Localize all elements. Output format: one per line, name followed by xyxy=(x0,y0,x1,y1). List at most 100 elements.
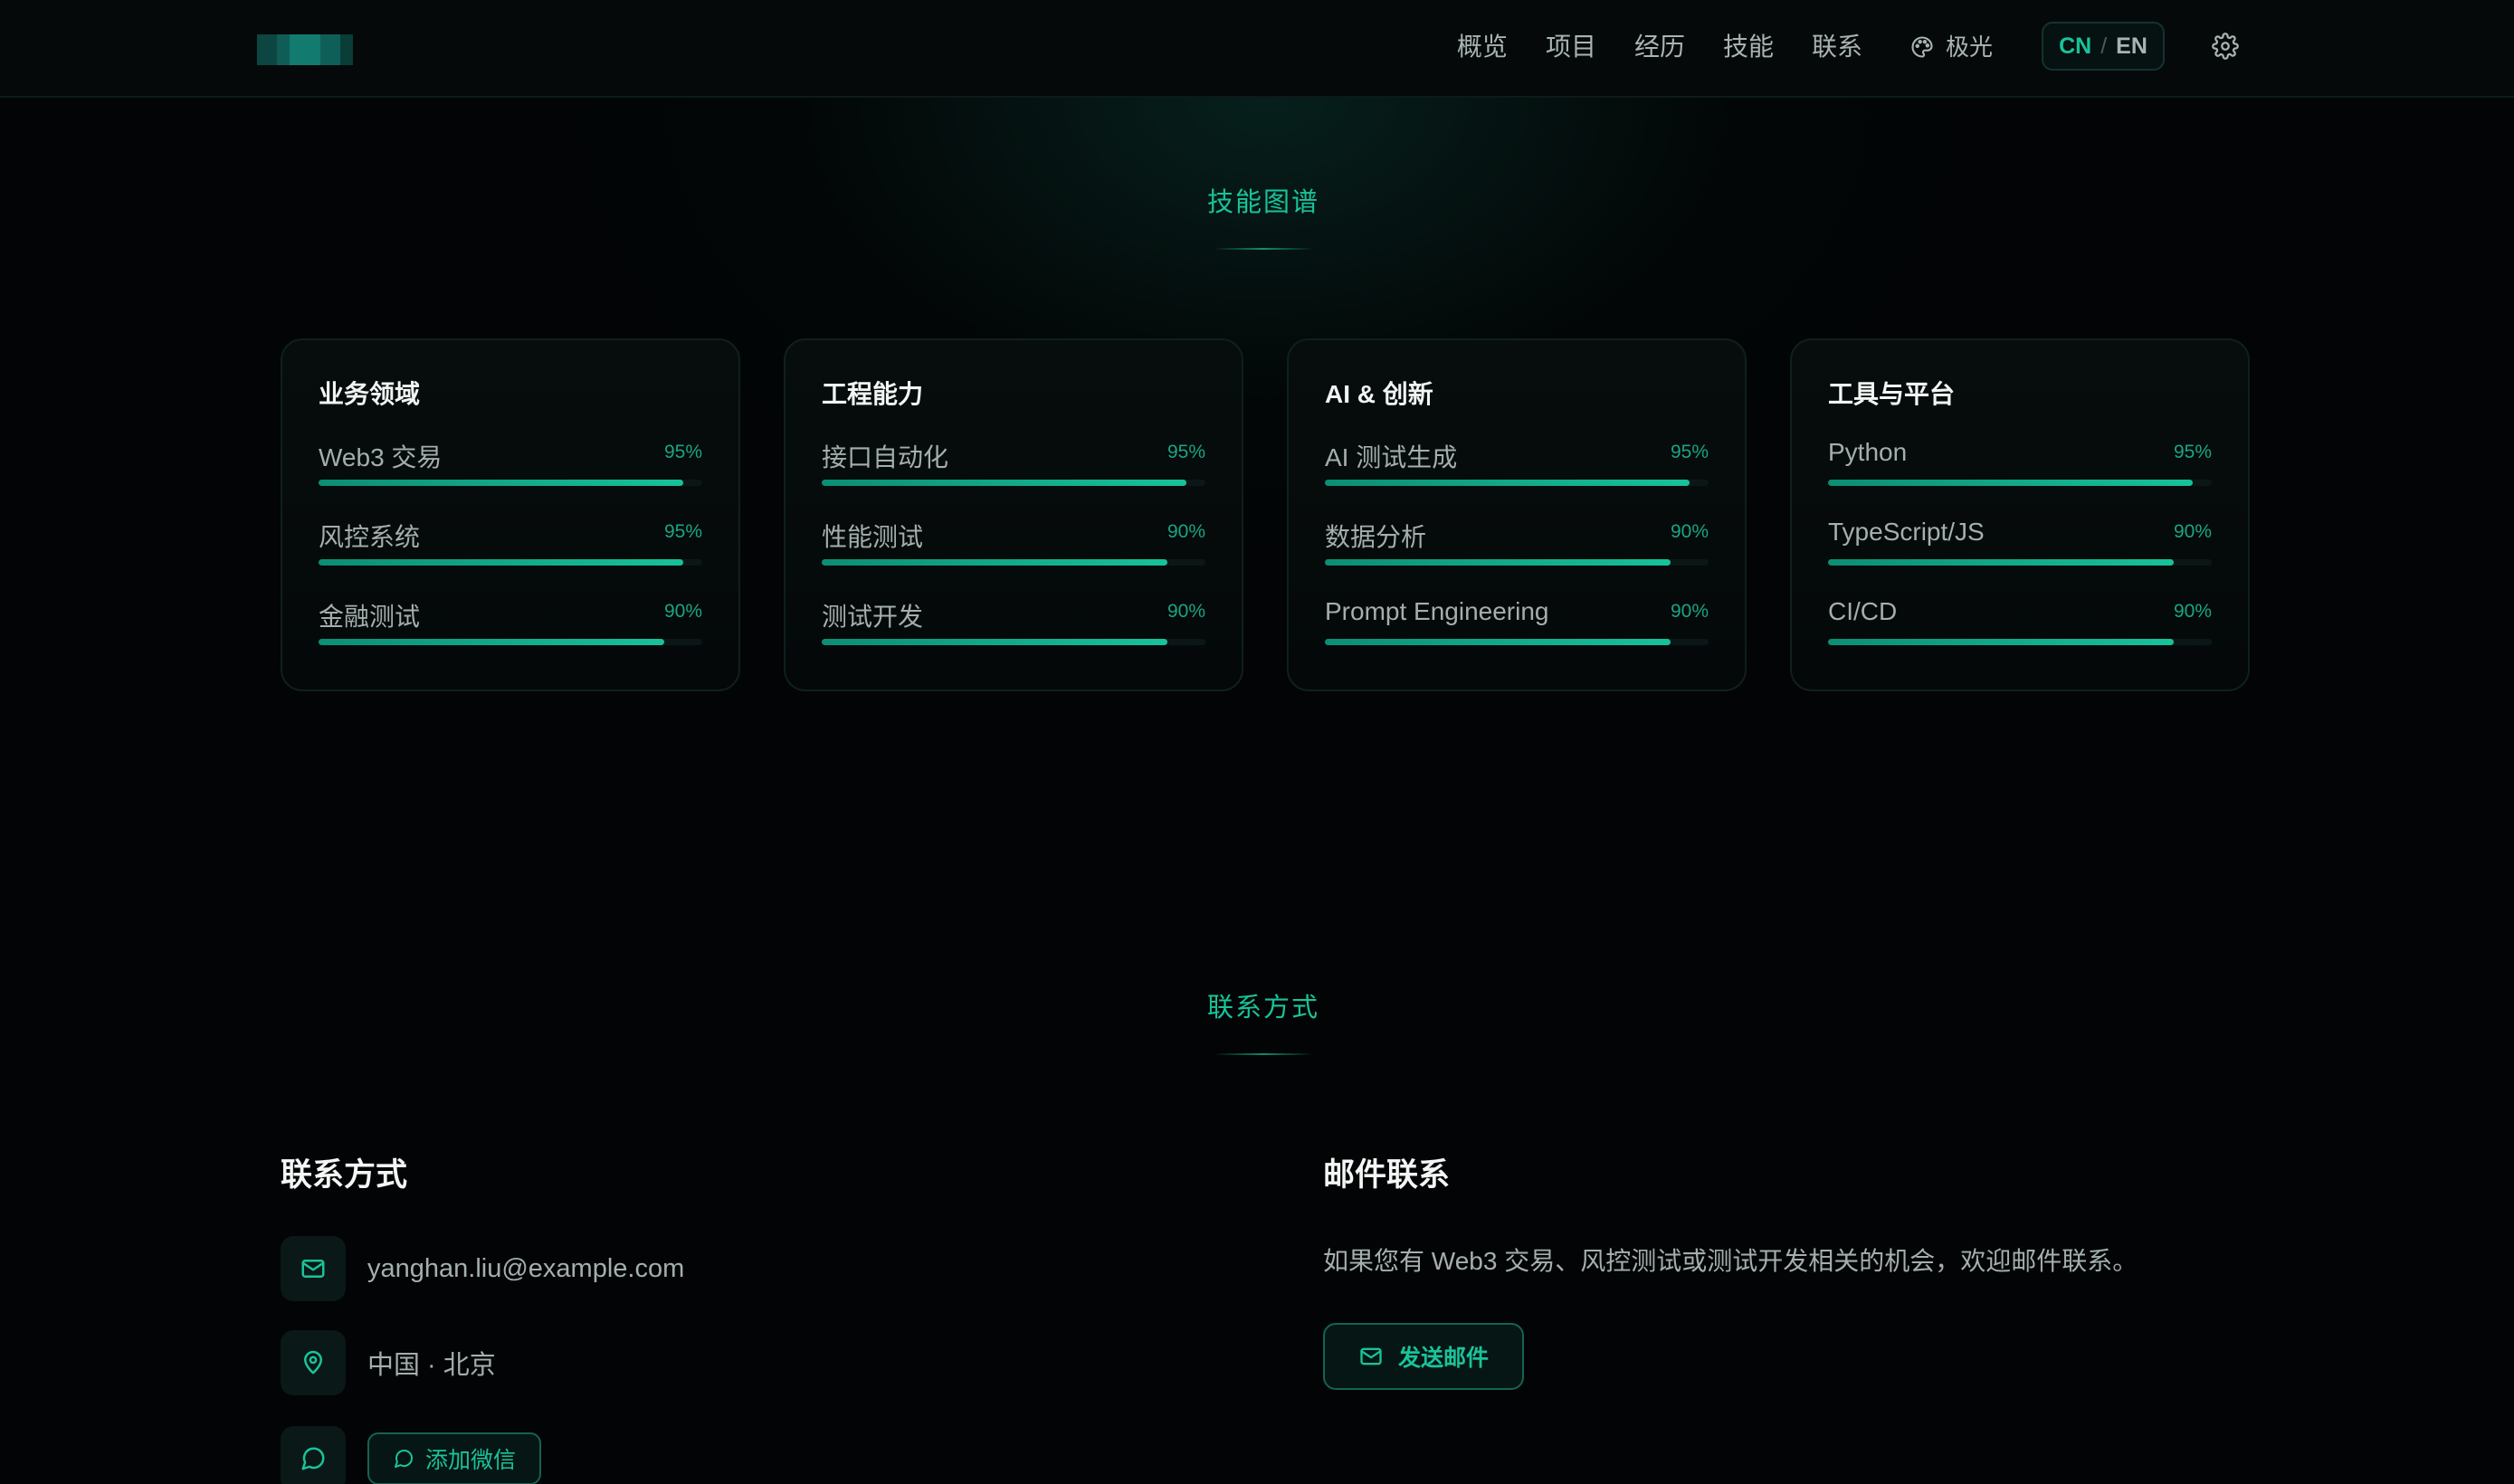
palette-icon xyxy=(1911,36,1933,58)
skill-percentage: 90% xyxy=(1670,601,1709,622)
skill-percentage: 90% xyxy=(2173,521,2212,542)
language-toggle[interactable]: CN / EN xyxy=(2042,22,2165,71)
nav-item-contact[interactable]: 联系 xyxy=(1812,27,1862,67)
contact-location: 中国 · 北京 xyxy=(367,1351,496,1380)
mail-description: 如果您有 Web3 交易、风控测试或测试开发相关的机会，欢迎邮件联系。 xyxy=(1323,1247,2138,1275)
skill-bar-track xyxy=(319,559,702,566)
contact-section-title: 联系方式 xyxy=(1206,994,1319,1023)
skill-row: 数据分析 90% xyxy=(1325,512,1709,592)
skill-cards: 业务领域 Web3 交易 95% 风控系统 95% 金融测试 90% 工程能力接口自动化 95%… xyxy=(281,338,2250,691)
theme-switcher[interactable]: 极光 xyxy=(1909,27,1993,67)
skill-name: 接口自动化 xyxy=(822,443,949,471)
skill-bar-fill xyxy=(319,559,683,566)
skill-name: Python xyxy=(1828,438,1908,466)
skill-card-tools-platforms: 工具与平台 Python 95% TypeScript/JS 90% CI/CD 90% xyxy=(1790,338,2250,691)
skill-row: AI 测试生成 95% xyxy=(1325,433,1709,512)
skill-name: 金融测试 xyxy=(319,603,421,631)
skill-row: Prompt Engineering 90% xyxy=(1325,592,1709,671)
skill-card-title: 工程能力 xyxy=(822,380,924,408)
skill-name: 测试开发 xyxy=(822,603,924,631)
lang-separator: / xyxy=(2100,33,2108,59)
nav-item-experience[interactable]: 经历 xyxy=(1634,27,1685,67)
skill-card-title: AI & 创新 xyxy=(1325,380,1433,408)
skill-row: 风控系统 95% xyxy=(319,512,702,592)
skill-percentage: 95% xyxy=(663,521,702,542)
skill-bar-track xyxy=(822,559,1205,566)
nav-item-overview[interactable]: 概览 xyxy=(1457,27,1508,67)
skill-percentage: 95% xyxy=(663,442,702,462)
email-icon-box xyxy=(281,1236,346,1301)
skill-card-engineering: 工程能力接口自动化 95% 性能测试 90% 测试开发 90% xyxy=(784,338,1243,691)
skill-percentage: 95% xyxy=(1167,442,1205,462)
skill-bar-fill xyxy=(1325,559,1671,566)
skill-row: CI/CD 90% xyxy=(1828,592,2212,671)
lang-en[interactable]: EN xyxy=(2116,33,2147,60)
skill-bar-track xyxy=(319,480,702,486)
skill-row: TypeScript/JS 90% xyxy=(1828,512,2212,592)
skill-bar-fill xyxy=(822,559,1167,566)
skill-bar-track xyxy=(319,639,702,645)
skill-row: 测试开发 90% xyxy=(822,592,1205,671)
skills-section-title: 技能图谱 xyxy=(1206,188,1319,217)
skill-name: 风控系统 xyxy=(319,523,421,551)
skill-card-business-domain: 业务领域 Web3 交易 95% 风控系统 95% 金融测试 90% xyxy=(281,338,740,691)
skill-name: 性能测试 xyxy=(822,523,924,551)
logo[interactable] xyxy=(257,34,353,65)
skill-row: Web3 交易 95% xyxy=(319,433,702,512)
skill-name: Prompt Engineering xyxy=(1325,597,1549,625)
send-email-label: 发送邮件 xyxy=(1397,1346,1489,1371)
skill-bar-track xyxy=(1828,480,2212,486)
lang-cn[interactable]: CN xyxy=(2059,33,2091,60)
contact-wechat-row: 添加微信 xyxy=(281,1426,542,1484)
main-nav: 概览 项目 经历 技能 联系 xyxy=(1419,27,1862,67)
skill-name: AI 测试生成 xyxy=(1325,443,1458,471)
location-pin-icon xyxy=(304,1350,322,1375)
chat-bubble-icon xyxy=(301,1447,325,1470)
nav-item-projects[interactable]: 项目 xyxy=(1546,27,1596,67)
location-icon-box xyxy=(281,1330,346,1395)
skill-name: TypeScript/JS xyxy=(1828,518,1985,546)
skill-bar-track xyxy=(822,480,1205,486)
mail-icon xyxy=(301,1260,325,1278)
skills-title-divider xyxy=(1214,248,1313,250)
skill-bar-fill xyxy=(1828,559,2174,566)
skill-card-title: 工具与平台 xyxy=(1828,380,1956,408)
send-email-button[interactable]: 发送邮件 xyxy=(1323,1323,1524,1390)
skill-name: CI/CD xyxy=(1828,597,1898,625)
theme-label: 极光 xyxy=(1946,33,1994,61)
skill-bar-track xyxy=(1325,559,1709,566)
skill-bar-fill xyxy=(319,639,664,645)
skill-percentage: 90% xyxy=(1167,601,1205,622)
skill-bar-track xyxy=(1828,559,2212,566)
site-header: 概览 项目 经历 技能 联系 极光 CN / EN xyxy=(0,0,2514,98)
add-wechat-button[interactable]: 添加微信 xyxy=(367,1432,542,1484)
skill-bar-fill xyxy=(1325,480,1690,486)
contact-email-link[interactable]: yanghan.liu@example.com xyxy=(367,1254,684,1284)
wechat-icon-box xyxy=(281,1426,346,1484)
gear-icon[interactable] xyxy=(2212,33,2239,60)
skill-card-ai-innovation: AI & 创新 AI 测试生成 95% 数据分析 90% Prompt Engineeri… xyxy=(1287,338,1747,691)
skill-name: 数据分析 xyxy=(1325,523,1427,551)
skill-bar-track xyxy=(1325,639,1709,645)
skill-row: Python 95% xyxy=(1828,433,2212,512)
skill-card-title: 业务领域 xyxy=(319,380,421,408)
skill-row: 接口自动化 95% xyxy=(822,433,1205,512)
skill-percentage: 90% xyxy=(1670,521,1709,542)
skill-bar-track xyxy=(1325,480,1709,486)
skill-percentage: 90% xyxy=(663,601,702,622)
skill-bar-track xyxy=(822,639,1205,645)
skill-percentage: 90% xyxy=(2173,601,2212,622)
skill-row: 性能测试 90% xyxy=(822,512,1205,592)
skill-percentage: 95% xyxy=(2173,442,2212,462)
contact-location-row: 中国 · 北京 xyxy=(281,1330,496,1395)
add-wechat-label: 添加微信 xyxy=(425,1448,517,1473)
skill-bar-fill xyxy=(319,480,683,486)
skill-bar-track xyxy=(1828,639,2212,645)
skill-bar-fill xyxy=(822,639,1167,645)
skill-bar-fill xyxy=(1828,639,2174,645)
skill-percentage: 90% xyxy=(1167,521,1205,542)
chat-bubble-icon xyxy=(395,1450,413,1468)
skill-bar-fill xyxy=(1828,480,2193,486)
skill-bar-fill xyxy=(822,480,1186,486)
nav-item-skills[interactable]: 技能 xyxy=(1723,27,1774,67)
